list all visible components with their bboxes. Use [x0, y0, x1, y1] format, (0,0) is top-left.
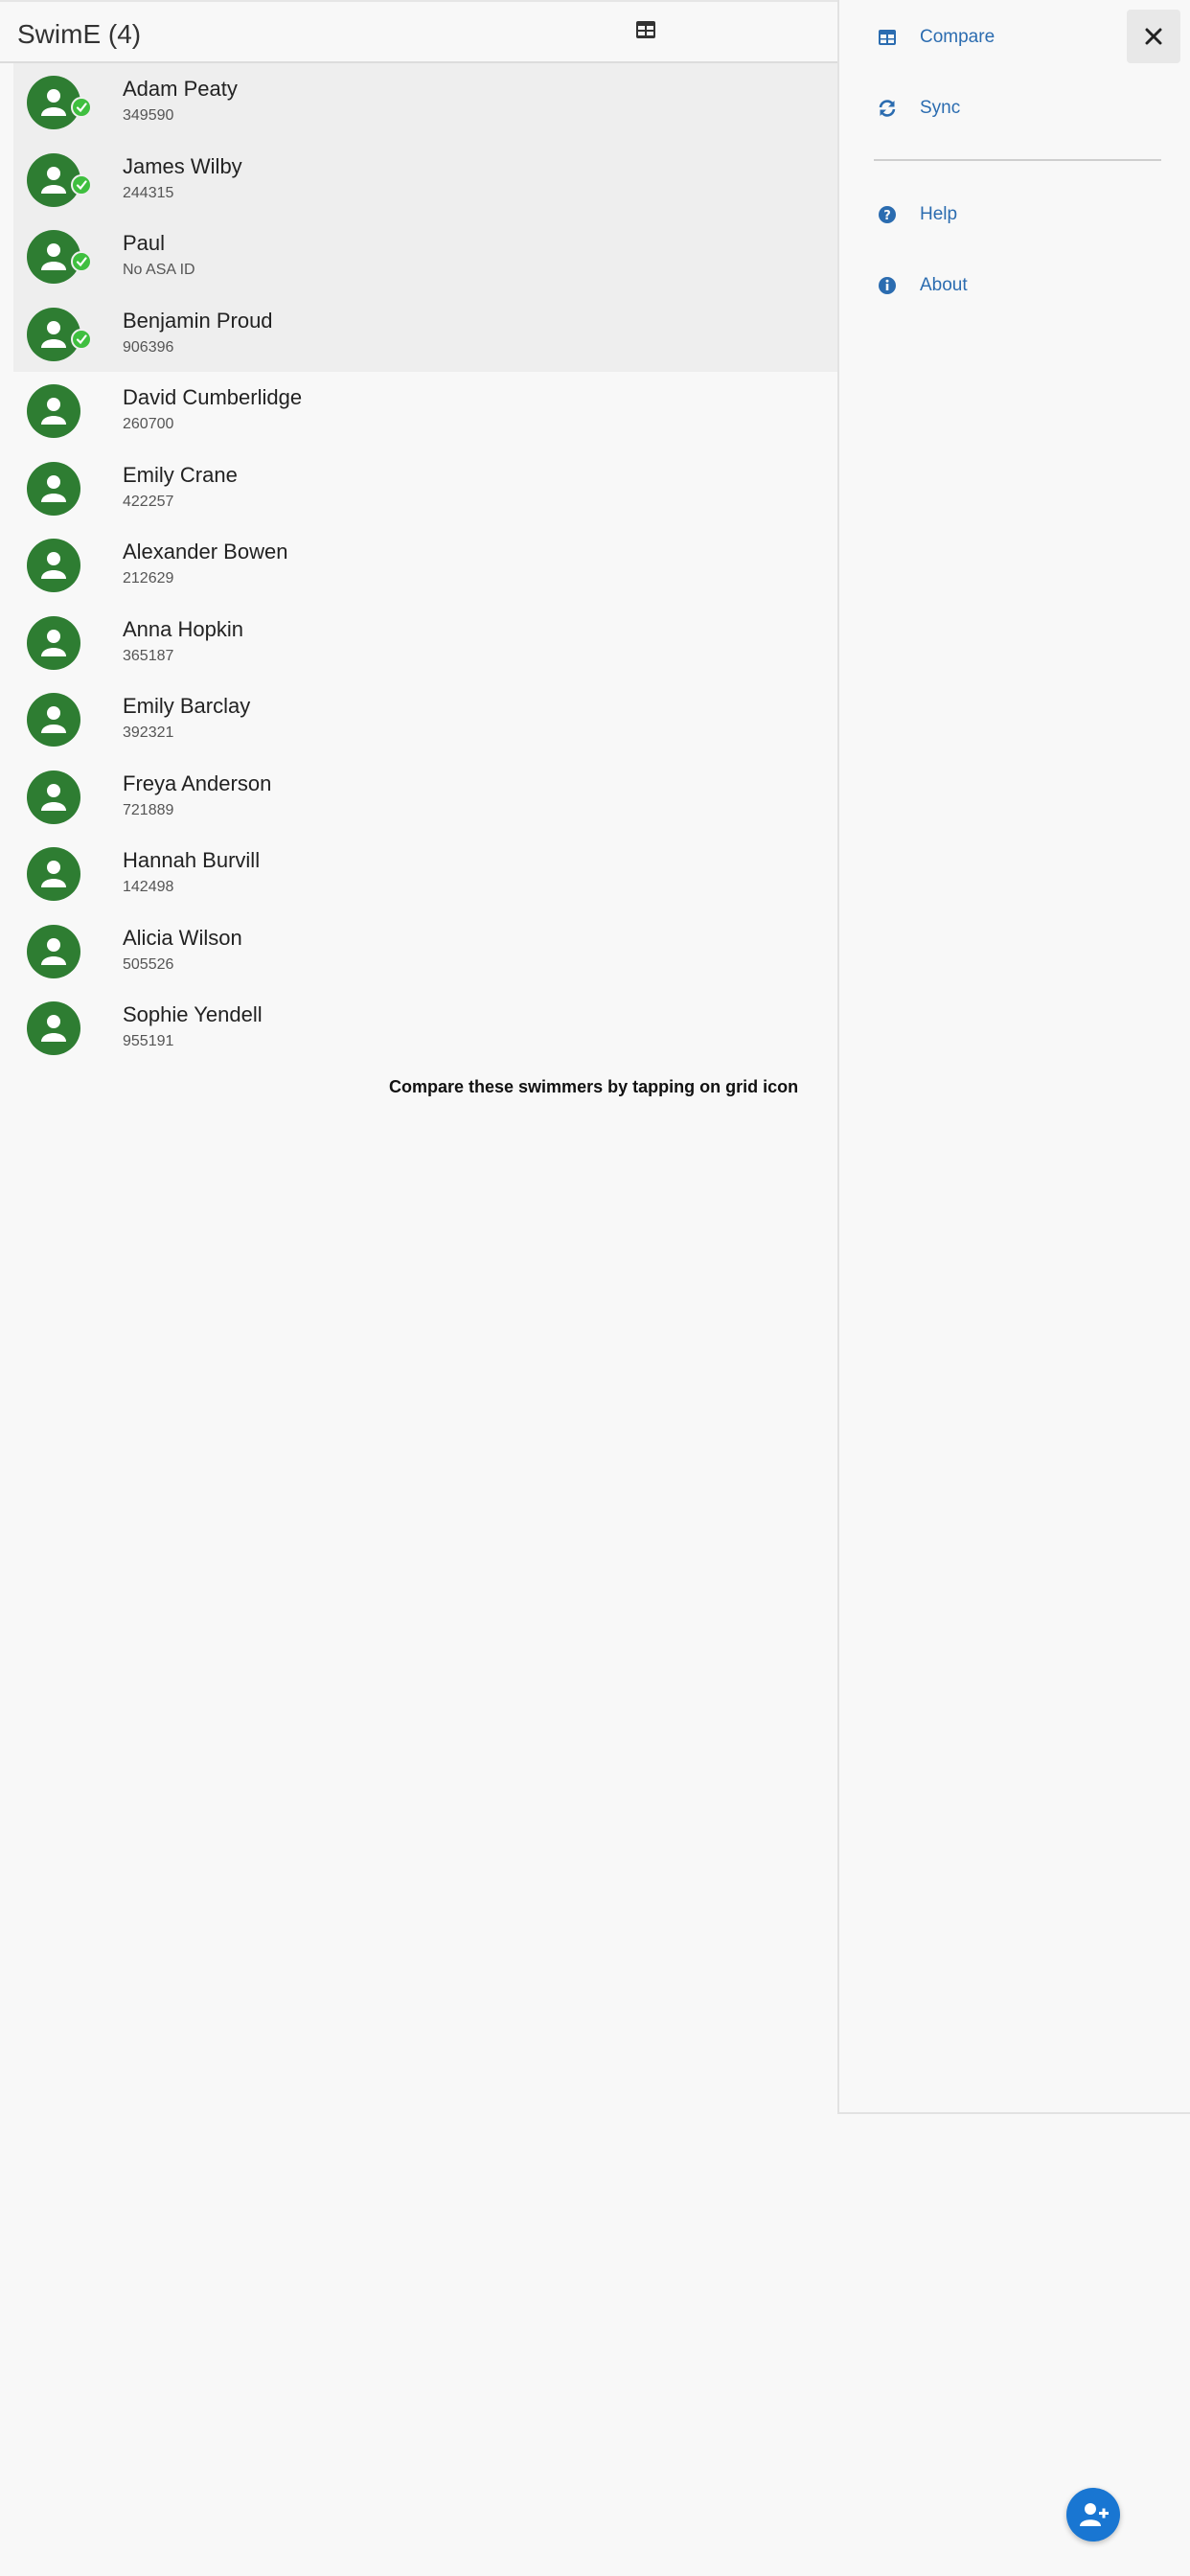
list-item[interactable]: Sophie Yendell 955191: [13, 989, 837, 1067]
user-icon: [41, 783, 66, 811]
help-icon: ?: [879, 206, 896, 223]
swimmer-name: Alexander Bowen: [123, 540, 288, 564]
user-icon: [41, 243, 66, 270]
list-item[interactable]: James Wilby 244315: [13, 140, 837, 218]
swimmer-id: 212629: [123, 570, 174, 586]
list-item[interactable]: Alexander Bowen 212629: [13, 526, 837, 604]
menu-item-label: Sync: [920, 98, 961, 118]
swimmer-id: 721889: [123, 801, 174, 818]
swimmer-id: 244315: [123, 184, 174, 201]
swimmer-id: 365187: [123, 647, 174, 664]
avatar: [27, 384, 80, 438]
user-icon: [41, 398, 66, 425]
swimmer-id: No ASA ID: [123, 262, 195, 278]
swimmer-name: Paul: [123, 231, 166, 255]
avatar: [27, 615, 80, 670]
list-item[interactable]: Paul No ASA ID: [13, 218, 837, 295]
menu-divider: [874, 159, 1161, 161]
menu-item-compare[interactable]: Compare: [878, 23, 995, 52]
svg-text:?: ?: [883, 209, 891, 223]
user-icon: [41, 89, 66, 116]
menu-item-about[interactable]: About: [878, 271, 968, 300]
menu-item-sync[interactable]: Sync: [878, 94, 960, 123]
swimmer-name: David Cumberlidge: [123, 385, 303, 409]
menu-item-label: Help: [920, 204, 958, 224]
user-icon: [41, 1015, 66, 1042]
swimmer-list: Adam Peaty 349590 James Wilby 244315 Paul No …: [13, 63, 837, 1067]
user-icon: [41, 861, 66, 887]
check-icon: [71, 251, 92, 272]
sync-icon: [879, 100, 896, 117]
compare-hint: Compare these swimmers by tapping on gri…: [389, 1077, 799, 1096]
avatar: [27, 924, 80, 978]
swimmer-name: Freya Anderson: [123, 770, 272, 795]
swimmer-id: 505526: [123, 955, 174, 973]
user-icon: [41, 166, 66, 194]
avatar: [27, 693, 80, 747]
table-icon: [879, 30, 896, 45]
menu-item-help[interactable]: ? Help: [878, 200, 957, 229]
user-icon: [41, 629, 66, 656]
swimmer-id: 392321: [123, 724, 174, 741]
swimmer-name: Sophie Yendell: [123, 1002, 263, 1026]
side-drawer: Compare Sync ? Help About: [837, 0, 1190, 2114]
close-button[interactable]: [1127, 10, 1180, 63]
swimmer-name: Hannah Burvill: [123, 848, 261, 872]
user-icon: [41, 474, 66, 502]
list-item[interactable]: David Cumberlidge 260700: [13, 372, 837, 449]
add-swimmer-button[interactable]: [1066, 2488, 1120, 2542]
add-user-icon: [1080, 2503, 1109, 2526]
list-item[interactable]: Hannah Burvill 142498: [13, 835, 837, 912]
info-icon: [879, 277, 896, 294]
page-title: SwimE (4): [17, 19, 142, 49]
avatar: [27, 1001, 80, 1055]
list-item[interactable]: Alicia Wilson 505526: [13, 912, 837, 990]
user-icon: [41, 937, 66, 965]
avatar: [27, 770, 80, 824]
user-icon: [41, 320, 66, 348]
swimmer-id: 142498: [123, 879, 174, 895]
grid-icon[interactable]: [636, 21, 657, 40]
swimmer-name: Benjamin Proud: [123, 308, 273, 333]
swimmer-id: 955191: [123, 1033, 174, 1049]
list-item[interactable]: Adam Peaty 349590: [13, 63, 837, 141]
swimmer-name: Adam Peaty: [123, 77, 238, 101]
check-icon: [71, 328, 92, 350]
swimmer-name: Alicia Wilson: [123, 925, 242, 950]
list-item[interactable]: Benjamin Proud 906396: [13, 294, 837, 372]
swimmer-name: Emily Barclay: [123, 694, 251, 718]
swimmer-id: 422257: [123, 493, 174, 510]
avatar: [27, 461, 80, 516]
swimmer-name: Emily Crane: [123, 462, 238, 487]
swimmer-id: 260700: [123, 416, 174, 432]
check-icon: [71, 97, 92, 118]
swimmer-id: 349590: [123, 107, 174, 124]
close-icon: [1145, 28, 1162, 45]
swimmer-id: 906396: [123, 338, 174, 356]
list-item[interactable]: Freya Anderson 721889: [13, 758, 837, 836]
swimmer-name: James Wilby: [123, 153, 242, 178]
list-item[interactable]: Emily Barclay 392321: [13, 680, 837, 758]
menu-item-label: Compare: [920, 27, 995, 47]
swimmer-name: Anna Hopkin: [123, 616, 243, 641]
list-item[interactable]: Emily Crane 422257: [13, 449, 837, 527]
check-icon: [71, 173, 92, 196]
menu-item-label: About: [920, 275, 968, 295]
avatar: [27, 539, 80, 592]
avatar: [27, 847, 80, 901]
user-icon: [41, 706, 66, 733]
list-item[interactable]: Anna Hopkin 365187: [13, 604, 837, 681]
user-icon: [41, 552, 66, 579]
